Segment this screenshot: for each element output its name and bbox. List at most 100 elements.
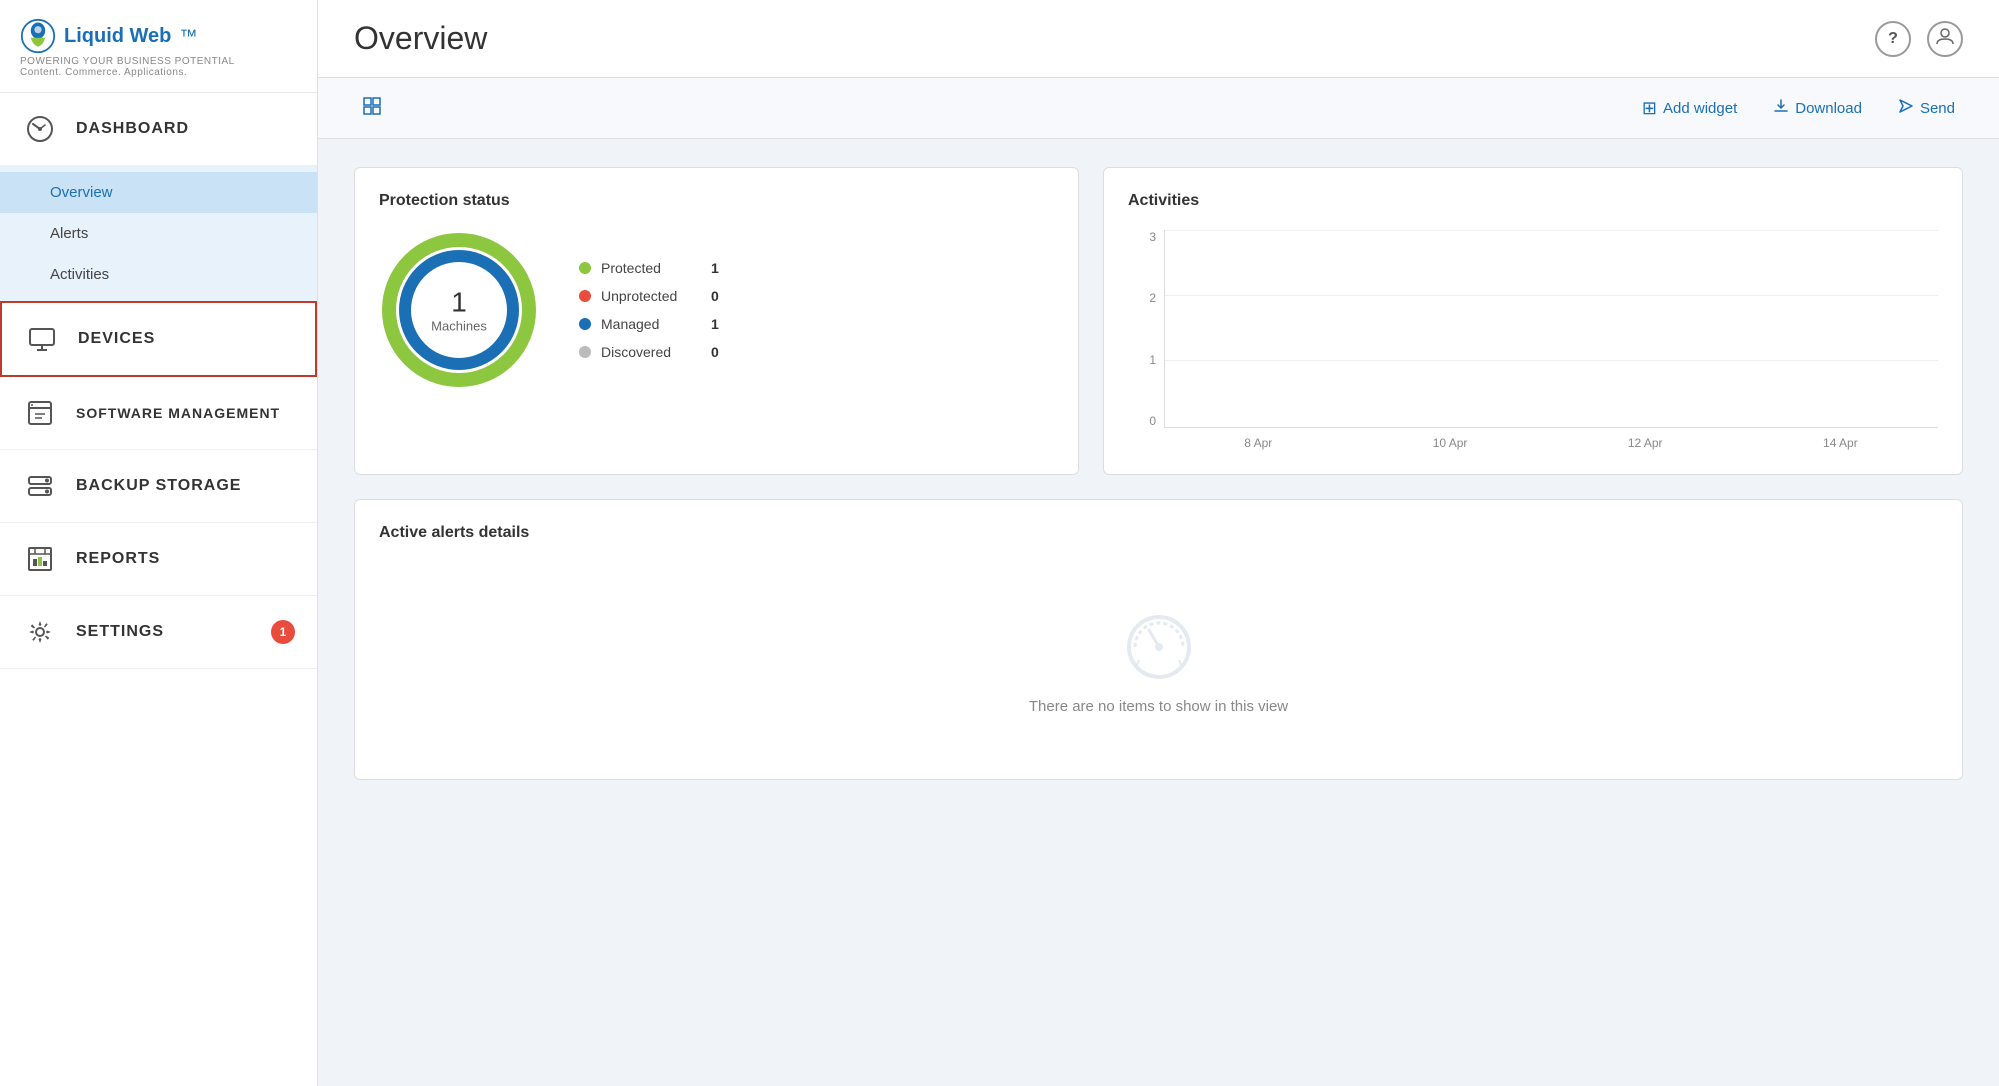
legend-name-unprotected: Unprotected (601, 288, 701, 304)
x-label-12apr: 12 Apr (1628, 436, 1663, 450)
sidebar-item-settings[interactable]: SETTINGS 1 (0, 596, 317, 669)
unprotected-dot (579, 290, 591, 302)
send-icon (1898, 98, 1914, 118)
donut-chart: 1 Machines (379, 230, 539, 390)
grid-line-2 (1165, 295, 1938, 296)
protection-status-title: Protection status (379, 192, 1054, 210)
alerts-empty: There are no items to show in this view (379, 562, 1938, 755)
help-icon: ? (1888, 30, 1898, 48)
bars-container (1165, 230, 1938, 427)
software-icon (22, 395, 58, 431)
toolbar-left (354, 92, 390, 124)
chart-area: 3 2 1 0 (1128, 230, 1938, 450)
content-area: Protection status 1 Mac (318, 139, 1999, 1086)
managed-dot (579, 318, 591, 330)
add-widget-label: Add widget (1663, 100, 1737, 117)
backup-icon (22, 468, 58, 504)
download-button[interactable]: Download (1765, 94, 1870, 122)
activities-title: Activities (1128, 192, 1938, 210)
user-icon (1935, 26, 1955, 51)
toolbar-right: ⊞ Add widget Download Send (1634, 94, 1963, 123)
legend-item-unprotected: Unprotected 0 (579, 288, 719, 304)
page-title: Overview (354, 20, 487, 57)
active-alerts-widget: Active alerts details There are no items… (354, 499, 1963, 780)
sidebar-item-devices[interactable]: DEVICES (0, 301, 317, 377)
toolbar: ⊞ Add widget Download Send (318, 78, 1999, 139)
active-alerts-title: Active alerts details (379, 524, 1938, 542)
logo-brand: Liquid Web ™ (20, 18, 297, 54)
y-label-1: 1 (1128, 353, 1164, 367)
download-icon (1773, 98, 1789, 118)
y-axis: 3 2 1 0 (1128, 230, 1164, 428)
download-label: Download (1795, 100, 1862, 117)
legend-count-protected: 1 (711, 260, 719, 276)
protected-dot (579, 262, 591, 274)
widgets-row: Protection status 1 Mac (354, 167, 1963, 475)
y-label-2: 2 (1128, 291, 1164, 305)
donut-center: 1 Machines (431, 287, 487, 334)
settings-label: SETTINGS (76, 623, 164, 641)
grid-line-3 (1165, 230, 1938, 231)
legend-name-protected: Protected (601, 260, 701, 276)
legend-count-discovered: 0 (711, 344, 719, 360)
dashboard-icon (22, 111, 58, 147)
legend-name-managed: Managed (601, 316, 701, 332)
empty-text: There are no items to show in this view (1029, 698, 1288, 715)
sub-nav-item-alerts[interactable]: Alerts (0, 213, 317, 254)
donut-label: Machines (431, 319, 487, 334)
expand-button[interactable] (354, 92, 390, 124)
legend-count-managed: 1 (711, 316, 719, 332)
monitor-icon (24, 321, 60, 357)
donut-number: 1 (431, 287, 487, 319)
top-header: Overview ? (318, 0, 1999, 78)
sidebar-item-software[interactable]: SOFTWARE MANAGEMENT (0, 377, 317, 450)
logo-tagline: POWERING YOUR BUSINESS POTENTIAL Content… (20, 56, 297, 78)
x-axis: 8 Apr 10 Apr 12 Apr 14 Apr (1128, 436, 1938, 450)
logo-name: Liquid Web (64, 25, 171, 48)
sidebar-item-backup[interactable]: BACKUP STORAGE (0, 450, 317, 523)
header-actions: ? (1875, 21, 1963, 57)
reports-icon (22, 541, 58, 577)
send-label: Send (1920, 100, 1955, 117)
protection-status-widget: Protection status 1 Mac (354, 167, 1079, 475)
sub-nav: Overview Alerts Activities (0, 166, 317, 301)
y-label-0: 0 (1128, 414, 1164, 428)
sub-nav-item-overview[interactable]: Overview (0, 172, 317, 213)
settings-icon (22, 614, 58, 650)
help-button[interactable]: ? (1875, 21, 1911, 57)
sidebar-item-dashboard[interactable]: DASHBOARD (0, 93, 317, 166)
logo-icon (20, 18, 56, 54)
send-button[interactable]: Send (1890, 94, 1963, 122)
expand-icon (362, 96, 382, 120)
x-label-8apr: 8 Apr (1244, 436, 1272, 450)
discovered-dot (579, 346, 591, 358)
sidebar-item-reports[interactable]: REPORTS (0, 523, 317, 596)
settings-badge: 1 (271, 620, 295, 644)
legend-name-discovered: Discovered (601, 344, 701, 360)
chart-body (1164, 230, 1938, 428)
add-widget-icon: ⊞ (1642, 98, 1657, 119)
legend-count-unprotected: 0 (711, 288, 719, 304)
legend-item-protected: Protected 1 (579, 260, 719, 276)
x-label-10apr: 10 Apr (1433, 436, 1468, 450)
user-button[interactable] (1927, 21, 1963, 57)
chart-wrapper: 3 2 1 0 (1128, 230, 1938, 428)
y-label-3: 3 (1128, 230, 1164, 244)
sidebar: Liquid Web ™ POWERING YOUR BUSINESS POTE… (0, 0, 318, 1086)
activities-widget: Activities 3 2 1 0 (1103, 167, 1963, 475)
main-content: Overview ? (318, 0, 1999, 1086)
grid-line-1 (1165, 360, 1938, 361)
backup-label: BACKUP STORAGE (76, 477, 241, 495)
reports-label: REPORTS (76, 550, 160, 568)
empty-gauge-icon (1119, 602, 1199, 682)
x-label-14apr: 14 Apr (1823, 436, 1858, 450)
sub-nav-item-activities[interactable]: Activities (0, 254, 317, 295)
add-widget-button[interactable]: ⊞ Add widget (1634, 94, 1745, 123)
legend-item-discovered: Discovered 0 (579, 344, 719, 360)
devices-label: DEVICES (78, 330, 155, 348)
logo-area: Liquid Web ™ POWERING YOUR BUSINESS POTE… (0, 0, 317, 93)
protection-content: 1 Machines Protected 1 Unprotected (379, 230, 1054, 390)
legend: Protected 1 Unprotected 0 Managed 1 (579, 260, 719, 360)
dashboard-label: DASHBOARD (76, 120, 189, 138)
software-label: SOFTWARE MANAGEMENT (76, 405, 280, 421)
